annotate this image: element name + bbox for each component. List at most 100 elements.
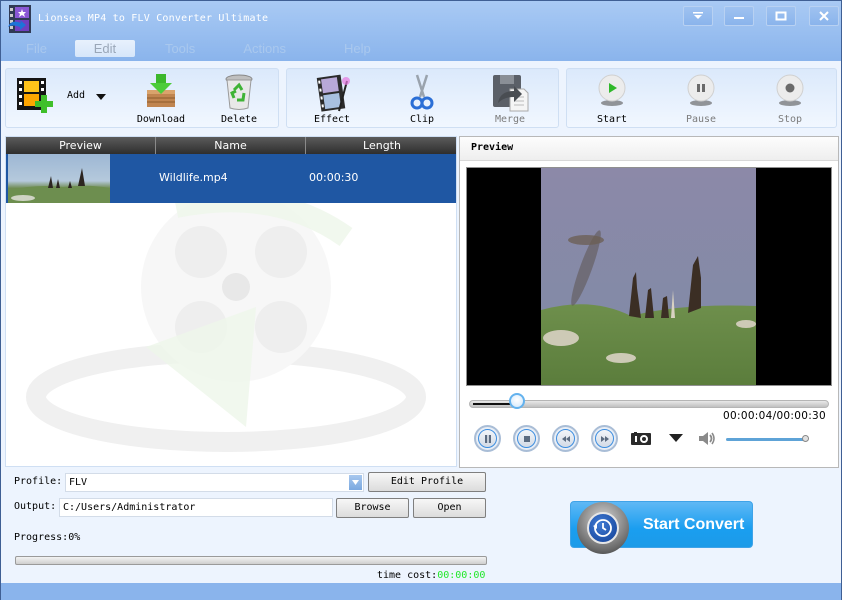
profile-value: FLV [69, 477, 88, 488]
player-stop-button[interactable] [513, 425, 540, 452]
edit-profile-button[interactable]: Edit Profile [368, 472, 486, 492]
stop-label: Stop [777, 114, 803, 125]
effect-icon [316, 74, 350, 112]
open-folder-button[interactable]: Open [413, 498, 486, 518]
start-convert-button[interactable]: Start Convert [570, 501, 753, 554]
progress-text: Progress:0% [14, 532, 80, 543]
column-name[interactable]: Name [156, 137, 306, 154]
window-menu-button[interactable] [683, 6, 713, 26]
app-window: Lionsea MP4 to FLV Converter Ultimate Fi… [0, 0, 842, 600]
file-list-header: Preview Name Length [6, 137, 456, 154]
volume-icon[interactable] [699, 431, 717, 446]
progress-label: Progress: [14, 532, 69, 543]
time-cost-value: 00:00:00 [437, 570, 486, 581]
menu-help[interactable]: Help [334, 40, 381, 57]
rewind-button[interactable] [552, 425, 579, 452]
start-button[interactable]: Start [579, 69, 645, 129]
menu-actions[interactable]: Actions [233, 40, 296, 57]
menu-tools[interactable]: Tools [155, 40, 205, 57]
effect-label: Effect [313, 114, 351, 125]
player-pause-button[interactable] [474, 425, 501, 452]
file-name: Wildlife.mp4 [159, 171, 228, 184]
title-bar: Lionsea MP4 to FLV Converter Ultimate Fi… [1, 1, 841, 61]
start-label: Start [596, 114, 628, 125]
conversion-progress-bar [15, 556, 487, 565]
playback-time: 00:00:04/00:00:30 [723, 410, 826, 422]
time-cost-label: time cost: [377, 570, 438, 581]
browse-button[interactable]: Browse [336, 498, 409, 518]
snapshot-camera-icon[interactable] [631, 432, 651, 445]
fast-forward-button[interactable] [591, 425, 618, 452]
stop-icon [523, 435, 530, 442]
merge-button[interactable]: Merge [477, 69, 543, 129]
progress-value: 0% [68, 532, 81, 543]
pause-icon [687, 74, 715, 106]
download-label: Download [136, 114, 186, 125]
minimize-icon [734, 17, 744, 19]
close-button[interactable] [809, 6, 839, 26]
volume-slider[interactable] [726, 438, 806, 441]
effect-button[interactable]: Effect [299, 69, 365, 129]
app-logo-icon [8, 5, 31, 33]
time-cost: time cost:00:00:00 [377, 570, 485, 581]
video-thumbnail [8, 154, 110, 203]
video-player[interactable] [466, 167, 832, 386]
output-path-field[interactable] [59, 498, 333, 517]
add-button[interactable]: Add [12, 69, 116, 129]
stop-button[interactable]: Stop [757, 69, 823, 129]
file-tools-group: Add Download Delete [5, 68, 279, 128]
toolbar: Add Download Delete Effect Clip Merge St… [1, 61, 841, 133]
dropdown-arrow-icon [693, 12, 703, 19]
file-length: 00:00:30 [309, 171, 359, 184]
snapshot-dropdown-icon[interactable] [669, 434, 683, 442]
download-button[interactable]: Download [126, 69, 196, 129]
preview-pane: Preview 00:00:04/00:00:30 [459, 136, 839, 468]
output-label: Output: [14, 501, 57, 512]
conversion-controls-group: Start Pause Stop [566, 68, 837, 128]
video-frame-image [541, 168, 756, 385]
delete-button[interactable]: Delete [206, 69, 272, 129]
maximize-button[interactable] [766, 6, 796, 26]
maximize-icon [775, 11, 787, 21]
menu-file[interactable]: File [9, 40, 57, 57]
file-list[interactable]: Preview Name Length Wildlife.mp4 00:00:3… [5, 136, 457, 467]
window-title: Lionsea MP4 to FLV Converter Ultimate [38, 13, 269, 24]
minimize-button[interactable] [724, 6, 754, 26]
status-bar [1, 583, 841, 600]
add-label: Add [67, 90, 86, 101]
clip-button[interactable]: Clip [389, 69, 455, 129]
profile-label: Profile: [14, 476, 63, 487]
scissors-icon [410, 74, 434, 110]
chevron-down-icon [352, 480, 359, 485]
download-icon [147, 74, 175, 107]
add-dropdown-icon[interactable] [96, 94, 106, 100]
edit-tools-group: Effect Clip Merge [286, 68, 559, 128]
output-settings-panel: Profile: FLV Edit Profile Output: Browse… [1, 469, 841, 583]
clock-icon [577, 502, 629, 554]
profile-select[interactable]: FLV [65, 473, 364, 492]
pause-icon [484, 434, 491, 443]
column-preview[interactable]: Preview [6, 137, 156, 154]
play-icon [598, 74, 626, 106]
seek-bar-handle[interactable] [508, 393, 525, 409]
pause-button[interactable]: Pause [668, 69, 734, 129]
close-icon [819, 11, 829, 21]
clip-label: Clip [409, 114, 435, 125]
stop-icon [776, 74, 804, 106]
add-video-icon [17, 78, 53, 113]
preview-title: Preview [471, 142, 514, 153]
file-row[interactable]: Wildlife.mp4 00:00:30 [6, 154, 456, 203]
rewind-icon [561, 435, 570, 442]
column-length[interactable]: Length [306, 137, 456, 154]
profile-dropdown-button[interactable] [349, 475, 362, 490]
menu-edit[interactable]: Edit [74, 40, 135, 57]
film-reel-watermark-icon [26, 197, 426, 452]
merge-icon [493, 75, 529, 112]
menu-bar: File Edit Tools Actions Help [9, 40, 389, 57]
merge-label: Merge [494, 114, 526, 125]
volume-slider-handle[interactable] [802, 435, 809, 442]
recycle-bin-icon [225, 74, 253, 110]
fast-forward-icon [600, 435, 609, 442]
preview-header: Preview [460, 137, 838, 161]
pause-label: Pause [685, 114, 717, 125]
